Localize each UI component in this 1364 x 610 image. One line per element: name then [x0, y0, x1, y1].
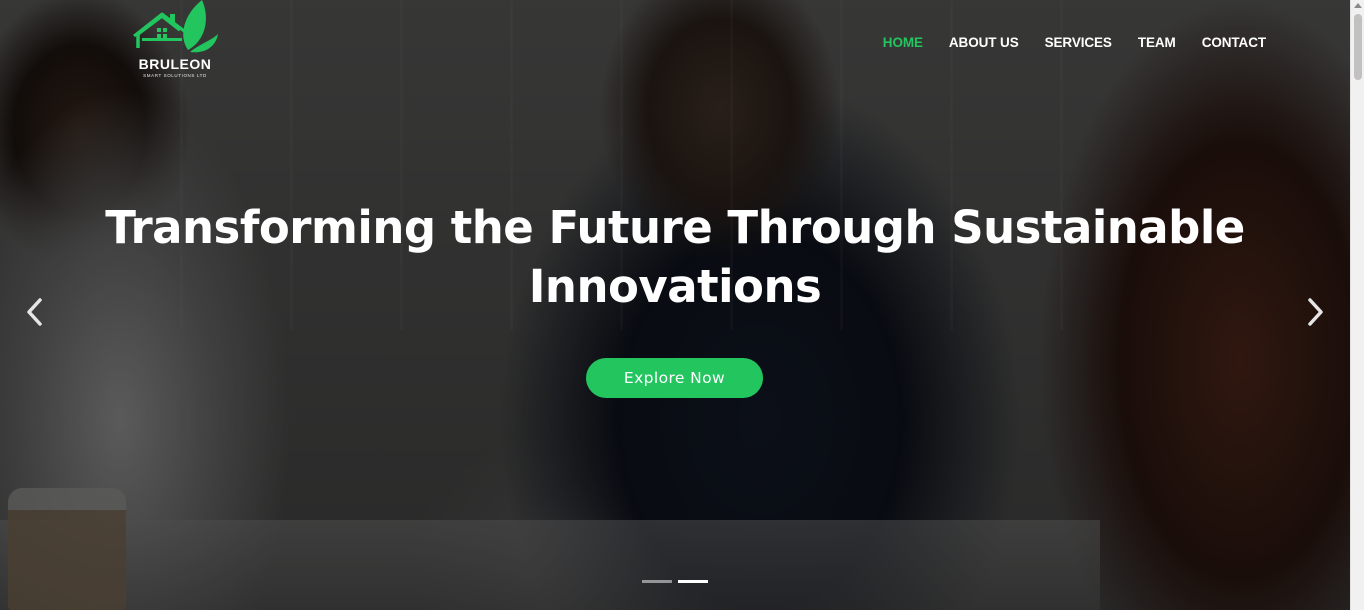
- navbar: BRULEON SMART SOLUTIONS LTD HOME ABOUT U…: [0, 0, 1350, 86]
- carousel-indicator-1[interactable]: [642, 580, 672, 583]
- brand-logo[interactable]: BRULEON SMART SOLUTIONS LTD: [130, 0, 220, 84]
- carousel-indicators: [642, 580, 708, 583]
- nav-item-team[interactable]: TEAM: [1138, 35, 1176, 50]
- page-scrollbar[interactable]: [1350, 0, 1364, 610]
- nav-item-contact[interactable]: CONTACT: [1202, 35, 1266, 50]
- scroll-up-icon[interactable]: [1354, 3, 1362, 8]
- hero-title: Transforming the Future Through Sustaina…: [105, 201, 1245, 313]
- carousel-prev-button[interactable]: [20, 294, 50, 330]
- nav-item-services[interactable]: SERVICES: [1045, 35, 1112, 50]
- brand-name: BRULEON: [138, 56, 212, 72]
- carousel-next-button[interactable]: [1300, 294, 1330, 330]
- carousel-indicator-2[interactable]: [678, 580, 708, 583]
- chevron-right-icon: [1308, 298, 1323, 326]
- chevron-left-icon: [27, 298, 42, 326]
- brand-tagline: SMART SOLUTIONS LTD: [143, 73, 207, 78]
- nav-item-about-us[interactable]: ABOUT US: [949, 35, 1019, 50]
- explore-now-button[interactable]: Explore Now: [586, 358, 763, 398]
- page: BRULEON SMART SOLUTIONS LTD HOME ABOUT U…: [0, 0, 1364, 610]
- house-leaf-icon: [133, 0, 218, 53]
- nav-menu: HOME ABOUT US SERVICES TEAM CONTACT: [883, 35, 1266, 50]
- scrollbar-thumb[interactable]: [1354, 14, 1362, 80]
- nav-item-home[interactable]: HOME: [883, 35, 923, 50]
